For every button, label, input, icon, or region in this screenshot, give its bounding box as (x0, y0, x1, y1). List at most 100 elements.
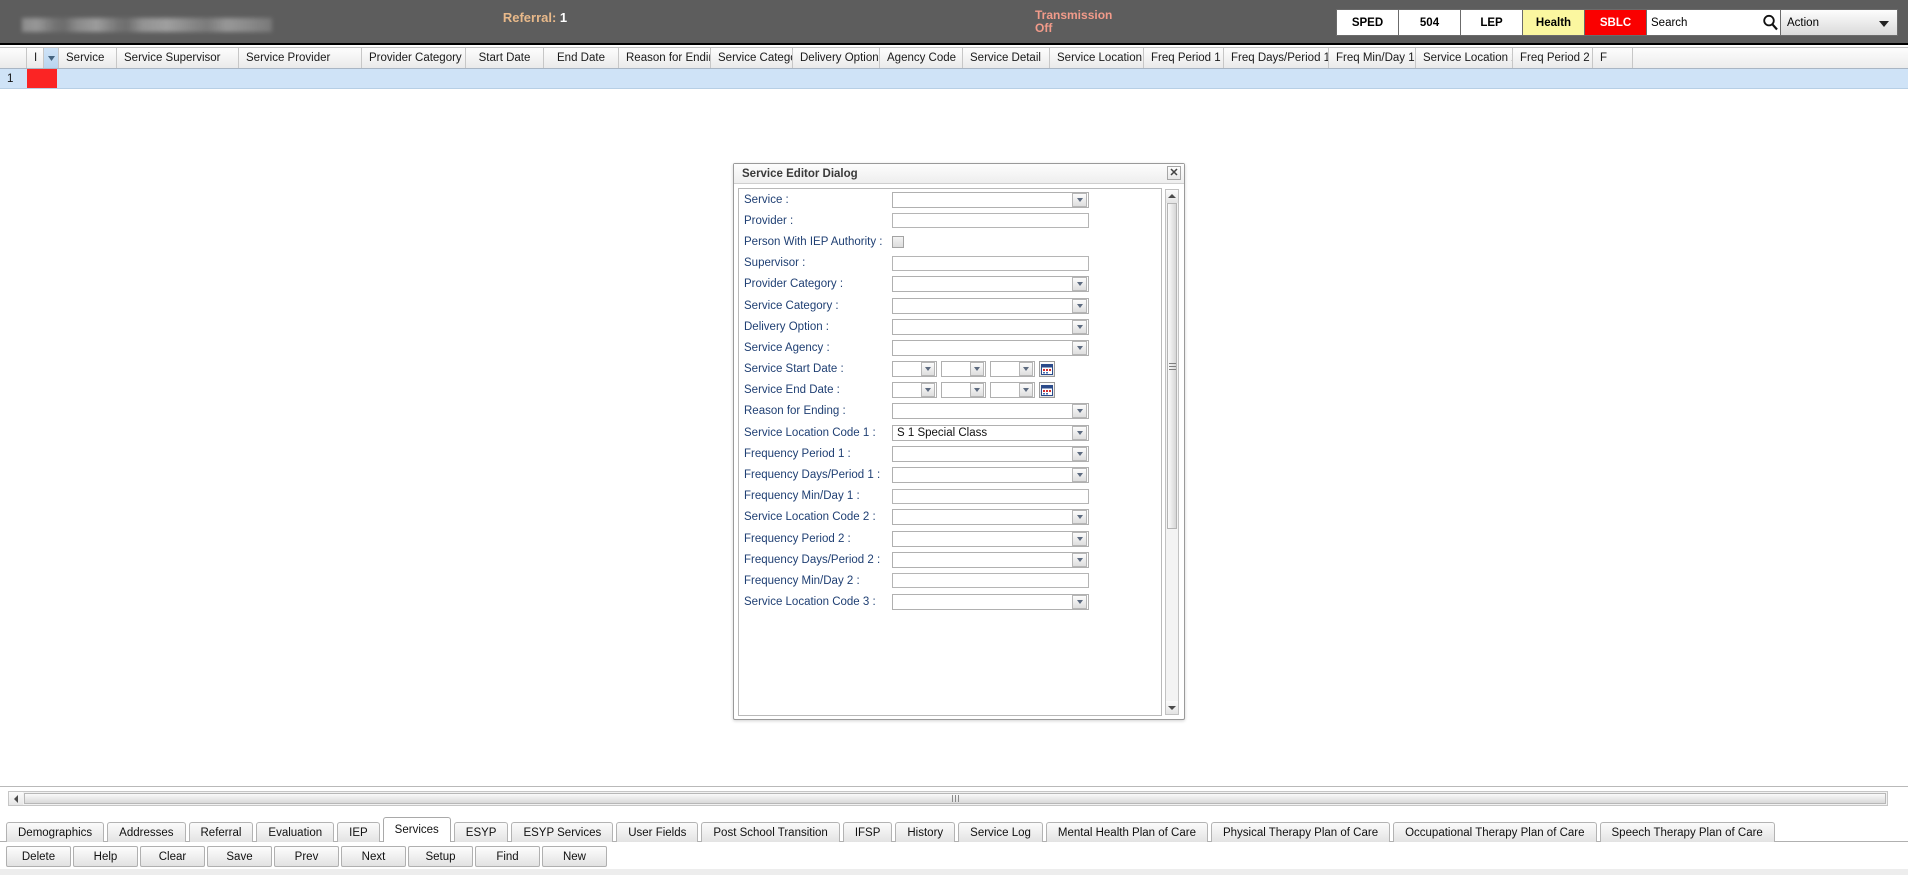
table-cell[interactable] (1142, 69, 1222, 88)
grid-column-header[interactable]: Service (59, 48, 117, 68)
tab-speech-therapy-plan-of-care[interactable]: Speech Therapy Plan of Care (1599, 822, 1775, 842)
dropdown[interactable]: S 1 Special Class (892, 424, 1089, 441)
dropdown-arrow-button[interactable] (921, 383, 935, 398)
table-cell[interactable] (1511, 69, 1591, 88)
sblc-button[interactable]: SBLC (1584, 9, 1646, 36)
triangle-left-icon[interactable] (9, 792, 23, 805)
table-cell[interactable] (1222, 69, 1327, 88)
dropdown[interactable] (892, 551, 1089, 568)
lep-button[interactable]: LEP (1460, 9, 1522, 36)
table-cell[interactable] (961, 69, 1048, 88)
help-button[interactable]: Help (73, 846, 138, 867)
tab-iep[interactable]: IEP (337, 822, 380, 842)
dropdown[interactable] (892, 297, 1089, 314)
date-part-dropdown[interactable] (892, 382, 937, 399)
search-input[interactable] (1647, 10, 1760, 35)
dropdown-arrow-button[interactable] (970, 383, 984, 398)
tab-demographics[interactable]: Demographics (6, 822, 105, 842)
dropdown-arrow-button[interactable] (1072, 340, 1087, 355)
grid-column-header[interactable]: I (27, 48, 44, 68)
tab-post-school-transition[interactable]: Post School Transition (701, 822, 840, 842)
tab-services[interactable]: Services (382, 817, 451, 842)
504-button[interactable]: 504 (1398, 9, 1460, 36)
calendar-icon[interactable] (1039, 382, 1055, 399)
tab-evaluation[interactable]: Evaluation (256, 822, 335, 842)
grid-column-header[interactable]: Reason for Ending (619, 48, 711, 68)
text-input[interactable] (892, 255, 1089, 271)
dropdown-arrow-button[interactable] (1072, 404, 1087, 419)
dropdown-arrow-button[interactable] (1072, 468, 1087, 483)
dropdown[interactable] (892, 191, 1089, 208)
save-button[interactable]: Save (207, 846, 272, 867)
table-cell[interactable] (1414, 69, 1511, 88)
table-cell[interactable] (1327, 69, 1414, 88)
grid-column-header[interactable]: Delivery Option (793, 48, 880, 68)
status-flag-cell[interactable] (27, 69, 57, 88)
table-cell[interactable] (791, 69, 878, 88)
next-button[interactable]: Next (341, 846, 406, 867)
table-cell[interactable] (115, 69, 237, 88)
tab-esyp-services[interactable]: ESYP Services (511, 822, 614, 842)
tab-mental-health-plan-of-care[interactable]: Mental Health Plan of Care (1045, 822, 1208, 842)
date-part-dropdown[interactable] (941, 382, 986, 399)
table-cell[interactable] (1591, 69, 1631, 88)
date-part-dropdown[interactable] (892, 361, 937, 378)
dropdown-arrow-button[interactable] (1072, 446, 1087, 461)
grid-horizontal-scrollbar[interactable] (8, 791, 1888, 806)
table-cell[interactable] (464, 69, 542, 88)
tab-esyp[interactable]: ESYP (453, 822, 509, 842)
dropdown[interactable] (892, 445, 1089, 462)
new-button[interactable]: New (542, 846, 607, 867)
date-part-dropdown[interactable] (990, 382, 1035, 399)
tab-referral[interactable]: Referral (188, 822, 254, 842)
dropdown[interactable] (892, 318, 1089, 335)
grid-column-header[interactable] (0, 48, 27, 68)
scroll-thumb[interactable] (1167, 203, 1177, 529)
sped-button[interactable]: SPED (1336, 9, 1398, 36)
table-row[interactable]: 1 (0, 69, 1908, 89)
grid-column-header[interactable]: Freq Period 2 (1513, 48, 1593, 68)
grid-column-header[interactable]: Service Provider (239, 48, 362, 68)
dropdown-arrow-button[interactable] (1072, 531, 1087, 546)
dropdown-arrow-button[interactable] (1019, 383, 1033, 398)
find-button[interactable]: Find (475, 846, 540, 867)
scroll-thumb[interactable] (24, 793, 1886, 804)
grid-column-header[interactable]: Freq Min/Day 1 (1329, 48, 1416, 68)
table-cell[interactable] (878, 69, 961, 88)
dropdown[interactable] (892, 339, 1089, 356)
text-input[interactable] (892, 488, 1089, 504)
row-number-cell[interactable]: 1 (0, 69, 27, 88)
dropdown[interactable] (892, 467, 1089, 484)
dropdown-arrow-button[interactable] (1019, 362, 1033, 377)
triangle-down-icon[interactable] (1166, 701, 1178, 714)
scroll-track[interactable] (1166, 203, 1178, 701)
grid-column-header[interactable]: Service Supervisor (117, 48, 239, 68)
dropdown-arrow-button[interactable] (1072, 192, 1087, 207)
grid-column-header[interactable]: Service Location 2 (1416, 48, 1513, 68)
setup-button[interactable]: Setup (408, 846, 473, 867)
dropdown-arrow-button[interactable] (1072, 552, 1087, 567)
table-cell[interactable] (237, 69, 360, 88)
dropdown-arrow-button[interactable] (1072, 298, 1087, 313)
delete-button[interactable]: Delete (6, 846, 71, 867)
checkbox[interactable] (892, 235, 904, 248)
dropdown[interactable] (892, 276, 1089, 293)
table-cell[interactable] (360, 69, 464, 88)
tab-service-log[interactable]: Service Log (958, 822, 1043, 842)
tab-occupational-therapy-plan-of-care[interactable]: Occupational Therapy Plan of Care (1393, 822, 1597, 842)
dropdown[interactable] (892, 594, 1089, 611)
date-part-dropdown[interactable] (941, 361, 986, 378)
health-button[interactable]: Health (1522, 9, 1584, 36)
table-cell[interactable] (57, 69, 115, 88)
clear-button[interactable]: Clear (140, 846, 205, 867)
date-part-dropdown[interactable] (990, 361, 1035, 378)
dropdown[interactable] (892, 509, 1089, 526)
grid-column-header[interactable]: Service Category (711, 48, 793, 68)
dropdown[interactable] (892, 530, 1089, 547)
search-box[interactable] (1646, 9, 1780, 36)
dropdown-arrow-button[interactable] (1072, 425, 1087, 440)
grid-column-header[interactable]: Provider Category (362, 48, 466, 68)
grid-column-header[interactable]: End Date (544, 48, 619, 68)
table-cell[interactable] (617, 69, 709, 88)
dropdown-arrow-button[interactable] (970, 362, 984, 377)
